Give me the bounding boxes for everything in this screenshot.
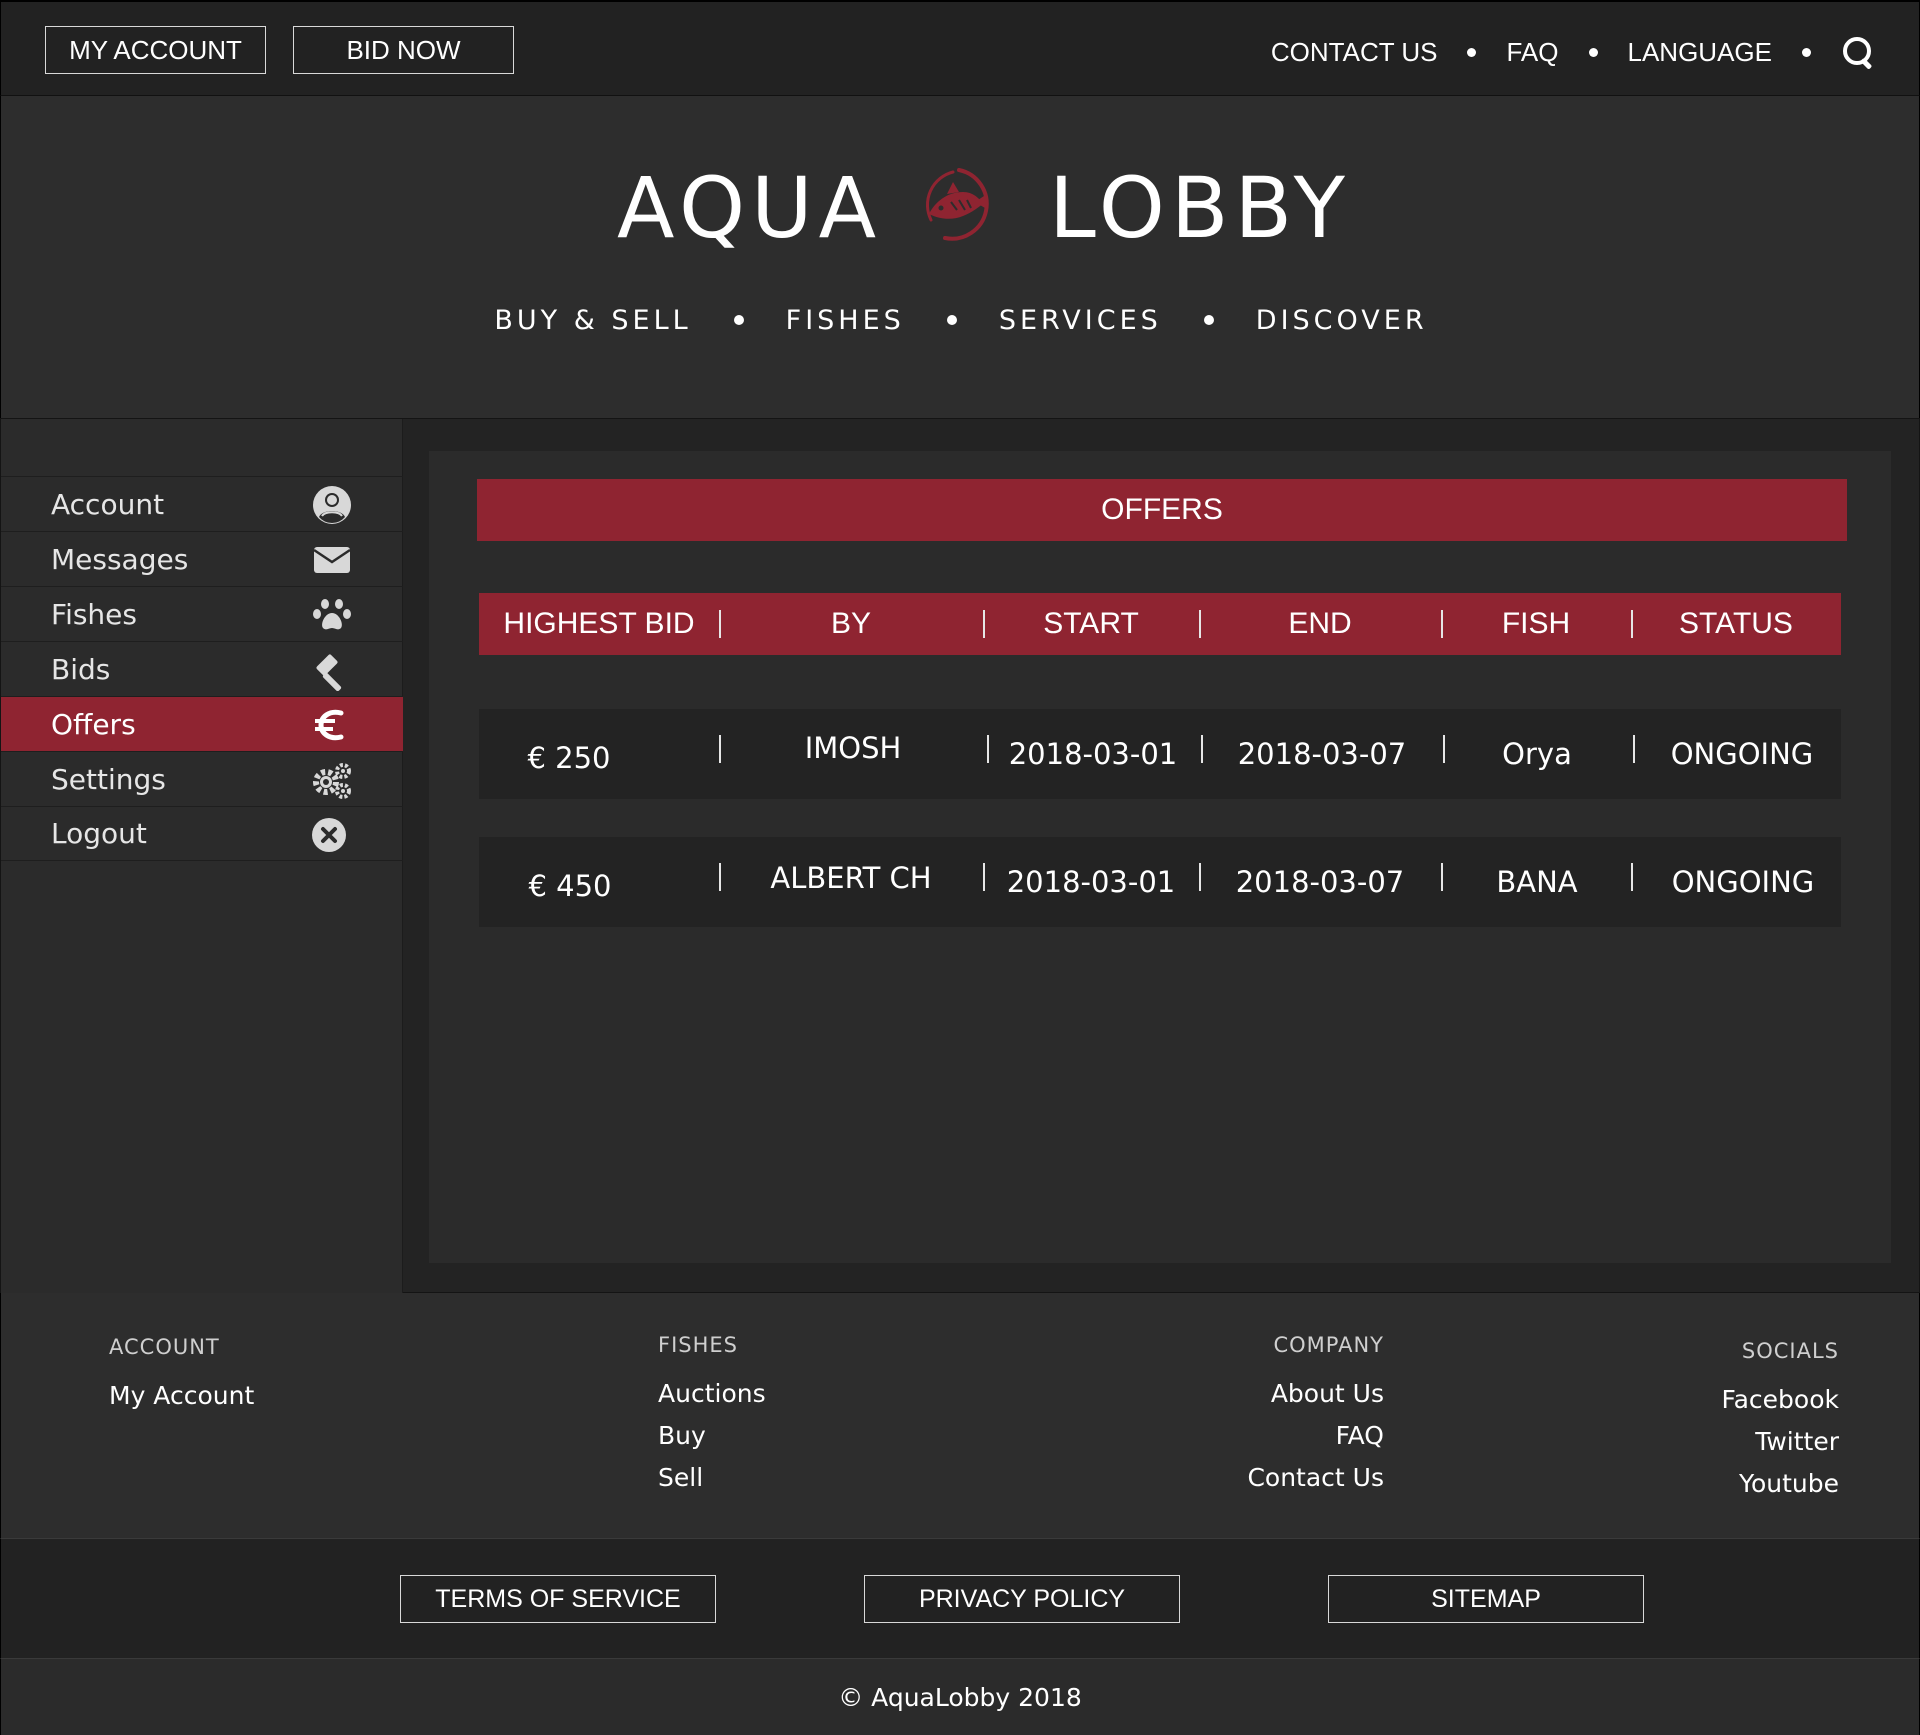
- privacy-policy-button[interactable]: PRIVACY POLICY: [864, 1575, 1180, 1623]
- content-area: Account Messages Fishes Bids Offers Sett…: [0, 418, 1920, 1294]
- nav-buy-sell[interactable]: BUY & SELL: [494, 305, 691, 336]
- cell-fish: Orya: [1502, 737, 1572, 771]
- logo-text-left[interactable]: AQUA: [617, 158, 882, 258]
- table-row[interactable]: € 250 IMOSH 2018-03-01 2018-03-07 Orya O…: [479, 709, 1841, 799]
- euro-icon: [315, 709, 344, 741]
- sidebar-item-offers[interactable]: Offers: [1, 696, 403, 751]
- cell-fish: BANA: [1496, 865, 1578, 899]
- footer-column-fishes: FISHES Auctions Buy Sell: [658, 1333, 766, 1499]
- nav-separator: [1588, 47, 1598, 57]
- footer-link-contact-us[interactable]: Contact Us: [1201, 1457, 1384, 1499]
- footer-link-faq[interactable]: FAQ: [1201, 1415, 1384, 1457]
- cell-start: 2018-03-01: [1006, 865, 1176, 899]
- nav-separator: [946, 315, 957, 325]
- column-header-fish[interactable]: FISH: [1441, 593, 1631, 655]
- top-nav: CONTACT US FAQ LANGUAGE: [1271, 26, 1875, 78]
- copyright-text: © AquaLobby 2018: [0, 1658, 1920, 1735]
- column-header-highest-bid[interactable]: HIGHEST BID: [479, 593, 719, 655]
- column-header-start[interactable]: START: [983, 593, 1199, 655]
- sidebar-item-label: Messages: [51, 542, 189, 576]
- nav-separator: [1467, 47, 1477, 57]
- offers-title: OFFERS: [477, 479, 1847, 541]
- gears-icon: [313, 763, 351, 799]
- footer-link-auctions[interactable]: Auctions: [658, 1373, 766, 1415]
- footer-column-socials: SOCIALS Facebook Twitter Youtube: [1641, 1339, 1839, 1505]
- sidebar-item-label: Offers: [51, 707, 136, 741]
- paw-icon: [313, 599, 351, 630]
- sidebar-item-label: Logout: [51, 817, 147, 850]
- footer-heading: SOCIALS: [1741, 1339, 1839, 1363]
- column-header-status[interactable]: STATUS: [1631, 593, 1841, 655]
- nav-discover[interactable]: DISCOVER: [1256, 305, 1428, 336]
- footer-link-facebook[interactable]: Facebook: [1641, 1379, 1839, 1421]
- sidebar-item-account[interactable]: Account: [1, 476, 403, 531]
- footer-link-sell[interactable]: Sell: [658, 1457, 766, 1499]
- top-bar: MY ACCOUNT BID NOW CONTACT US FAQ LANGUA…: [0, 0, 1920, 96]
- sidebar-item-bids[interactable]: Bids: [1, 641, 403, 696]
- language-link[interactable]: LANGUAGE: [1628, 37, 1773, 68]
- cell-highest-bid: € 250: [527, 741, 611, 775]
- nav-fishes[interactable]: FISHES: [786, 305, 905, 336]
- footer-link-twitter[interactable]: Twitter: [1641, 1421, 1839, 1463]
- column-header-by[interactable]: BY: [719, 593, 983, 655]
- cell-by: IMOSH: [804, 731, 902, 765]
- cell-start: 2018-03-01: [1008, 737, 1178, 771]
- column-header-end[interactable]: END: [1199, 593, 1441, 655]
- cell-by: ALBERT CH: [770, 861, 932, 895]
- bid-now-button[interactable]: BID NOW: [293, 26, 514, 74]
- user-circle-icon: [313, 486, 351, 524]
- fish-logo-icon[interactable]: [917, 162, 1001, 252]
- footer-heading: COMPANY: [1273, 1333, 1384, 1357]
- sidebar-item-messages[interactable]: Messages: [1, 531, 403, 586]
- terms-of-service-button[interactable]: TERMS OF SERVICE: [400, 1575, 716, 1623]
- table-row[interactable]: € 450 ALBERT CH 2018-03-01 2018-03-07 BA…: [479, 837, 1841, 927]
- account-sidebar: Account Messages Fishes Bids Offers Sett…: [1, 419, 403, 1294]
- sidebar-item-label: Bids: [51, 652, 111, 686]
- footer-link-my-account[interactable]: My Account: [109, 1375, 254, 1417]
- nav-separator: [1802, 47, 1811, 57]
- footer-link-buy[interactable]: Buy: [658, 1415, 766, 1457]
- cell-status: ONGOING: [1670, 737, 1814, 771]
- sidebar-item-settings[interactable]: Settings: [1, 751, 403, 806]
- sidebar-item-fishes[interactable]: Fishes: [1, 586, 403, 641]
- cell-end: 2018-03-07: [1235, 865, 1405, 899]
- search-icon[interactable]: [1841, 35, 1875, 69]
- offers-panel: OFFERS HIGHEST BID BY START END FISH STA…: [429, 451, 1891, 1263]
- nav-separator: [1203, 315, 1214, 325]
- close-circle-icon: [312, 818, 346, 852]
- footer-column-company: COMPANY About Us FAQ Contact Us: [1201, 1333, 1384, 1499]
- footer-link-youtube[interactable]: Youtube: [1641, 1463, 1839, 1505]
- sidebar-item-label: Fishes: [51, 597, 137, 631]
- sidebar-item-label: Account: [51, 487, 165, 521]
- my-account-button[interactable]: MY ACCOUNT: [45, 26, 266, 74]
- footer-column-account: ACCOUNT My Account: [109, 1335, 254, 1417]
- sitemap-button[interactable]: SITEMAP: [1328, 1575, 1644, 1623]
- logo-text-right[interactable]: LOBBY: [1049, 158, 1351, 258]
- cell-status: ONGOING: [1671, 865, 1815, 899]
- sidebar-item-label: Settings: [51, 762, 166, 796]
- legal-bar: TERMS OF SERVICE PRIVACY POLICY SITEMAP: [0, 1538, 1920, 1658]
- site-footer: ACCOUNT My Account FISHES Auctions Buy S…: [0, 1293, 1920, 1538]
- footer-heading: ACCOUNT: [109, 1335, 220, 1359]
- envelope-icon: [313, 547, 351, 573]
- nav-separator: [733, 315, 744, 325]
- offers-table-header: HIGHEST BID BY START END FISH STATUS: [479, 593, 1841, 655]
- contact-us-link[interactable]: CONTACT US: [1271, 37, 1438, 68]
- main-nav: BUY & SELL FISHES SERVICES DISCOVER: [1, 292, 1920, 348]
- faq-link[interactable]: FAQ: [1506, 37, 1558, 68]
- site-header: AQUA LOBBY BUY & SELL FISHES SERVICES DI…: [0, 96, 1920, 418]
- cell-highest-bid: € 450: [528, 869, 612, 903]
- sidebar-item-logout[interactable]: Logout: [1, 806, 403, 861]
- cell-end: 2018-03-07: [1237, 737, 1407, 771]
- footer-heading: FISHES: [658, 1333, 738, 1357]
- gavel-icon: [316, 654, 342, 691]
- nav-services[interactable]: SERVICES: [999, 305, 1162, 336]
- footer-link-about-us[interactable]: About Us: [1201, 1373, 1384, 1415]
